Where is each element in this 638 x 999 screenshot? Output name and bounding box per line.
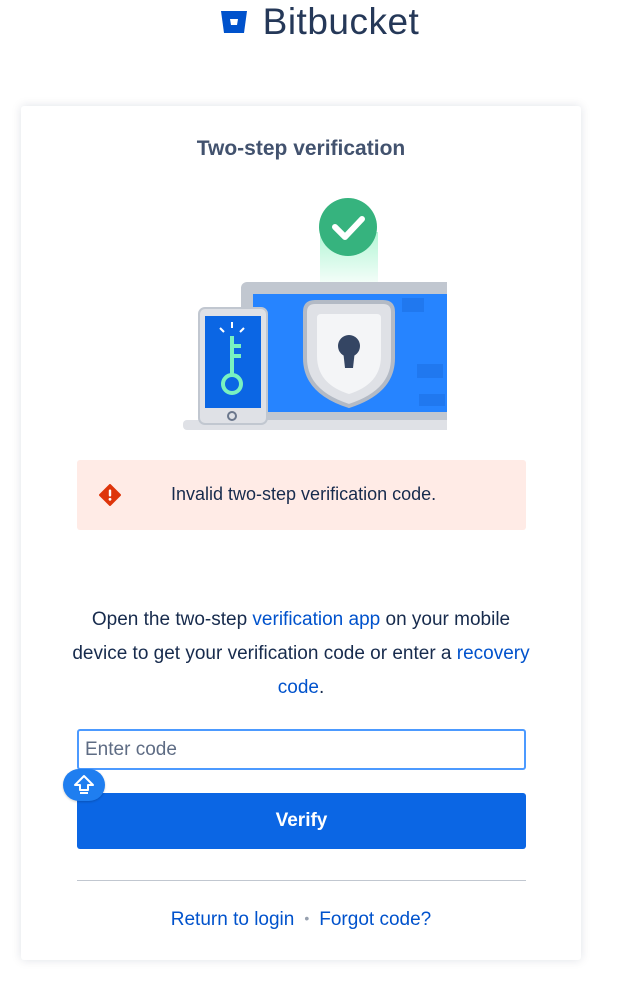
alert-message: Invalid two-step verification code. — [171, 484, 437, 504]
verification-app-link[interactable]: verification app — [252, 609, 380, 630]
brand-name: Bitbucket — [262, 1, 420, 42]
shield-lock-icon — [303, 300, 395, 409]
footer-links: Return to login • Forgot code? — [21, 909, 581, 931]
error-alert: Invalid two-step verification code. — [77, 460, 526, 530]
divider — [77, 880, 526, 881]
shift-keyboard-icon[interactable] — [63, 769, 105, 801]
forgot-code-link[interactable]: Forgot code? — [319, 909, 431, 930]
error-icon — [99, 484, 121, 506]
link-separator: • — [304, 910, 310, 926]
instructions-part-1: Open the two-step — [91, 609, 253, 630]
shift-arrow-icon — [74, 775, 94, 794]
brand-header: Bitbucket — [0, 0, 638, 44]
page-title: Two-step verification — [196, 137, 406, 160]
instructions-part-3: . — [318, 677, 325, 698]
phone-icon — [198, 307, 268, 425]
two-step-illustration — [183, 198, 447, 430]
verification-code-input[interactable] — [77, 729, 526, 770]
verify-button[interactable]: Verify — [77, 793, 526, 849]
verification-card: Two-step verification Invalid two-step v… — [21, 106, 581, 960]
checkmark-icon — [319, 198, 377, 256]
instructions-text: Open the two-step verification app on yo… — [71, 603, 531, 705]
bitbucket-logo-icon — [220, 11, 247, 33]
return-to-login-link[interactable]: Return to login — [171, 909, 295, 930]
login-page: Bitbucket Two-step verification Invalid … — [0, 0, 638, 999]
